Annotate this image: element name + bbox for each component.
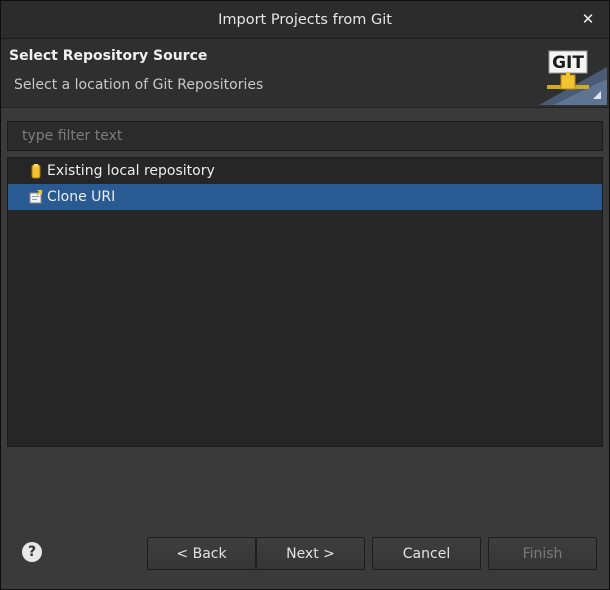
title-bar: Import Projects from Git ✕ [1,1,609,39]
filter-box [7,121,603,151]
next-button[interactable]: Next > [256,537,365,570]
clone-uri-icon [29,189,43,204]
page-title: Select Repository Source [9,48,208,64]
import-dialog: Import Projects from Git ✕ Select Reposi… [0,0,610,590]
window-title: Import Projects from Git [218,11,392,28]
git-logo-icon: GIT [539,50,607,105]
tree-item-label: Existing local repository [47,163,215,179]
tree-item-clone-uri[interactable]: Clone URI [8,184,602,210]
repository-icon [31,164,41,179]
finish-button[interactable]: Finish [488,537,597,570]
repository-source-tree: Existing local repository Clone URI [7,157,603,447]
cancel-button[interactable]: Cancel [372,537,481,570]
help-icon[interactable]: ? [22,542,42,562]
filter-input[interactable] [8,122,602,150]
tree-item-existing-local-repository[interactable]: Existing local repository [8,158,602,184]
close-icon[interactable]: ✕ [579,10,597,28]
wizard-banner: Select Repository Source Select a locati… [1,39,609,108]
tree-item-label: Clone URI [47,189,116,205]
page-description: Select a location of Git Repositories [14,77,264,93]
back-button[interactable]: < Back [147,537,256,570]
git-logo-text: GIT [552,53,584,73]
